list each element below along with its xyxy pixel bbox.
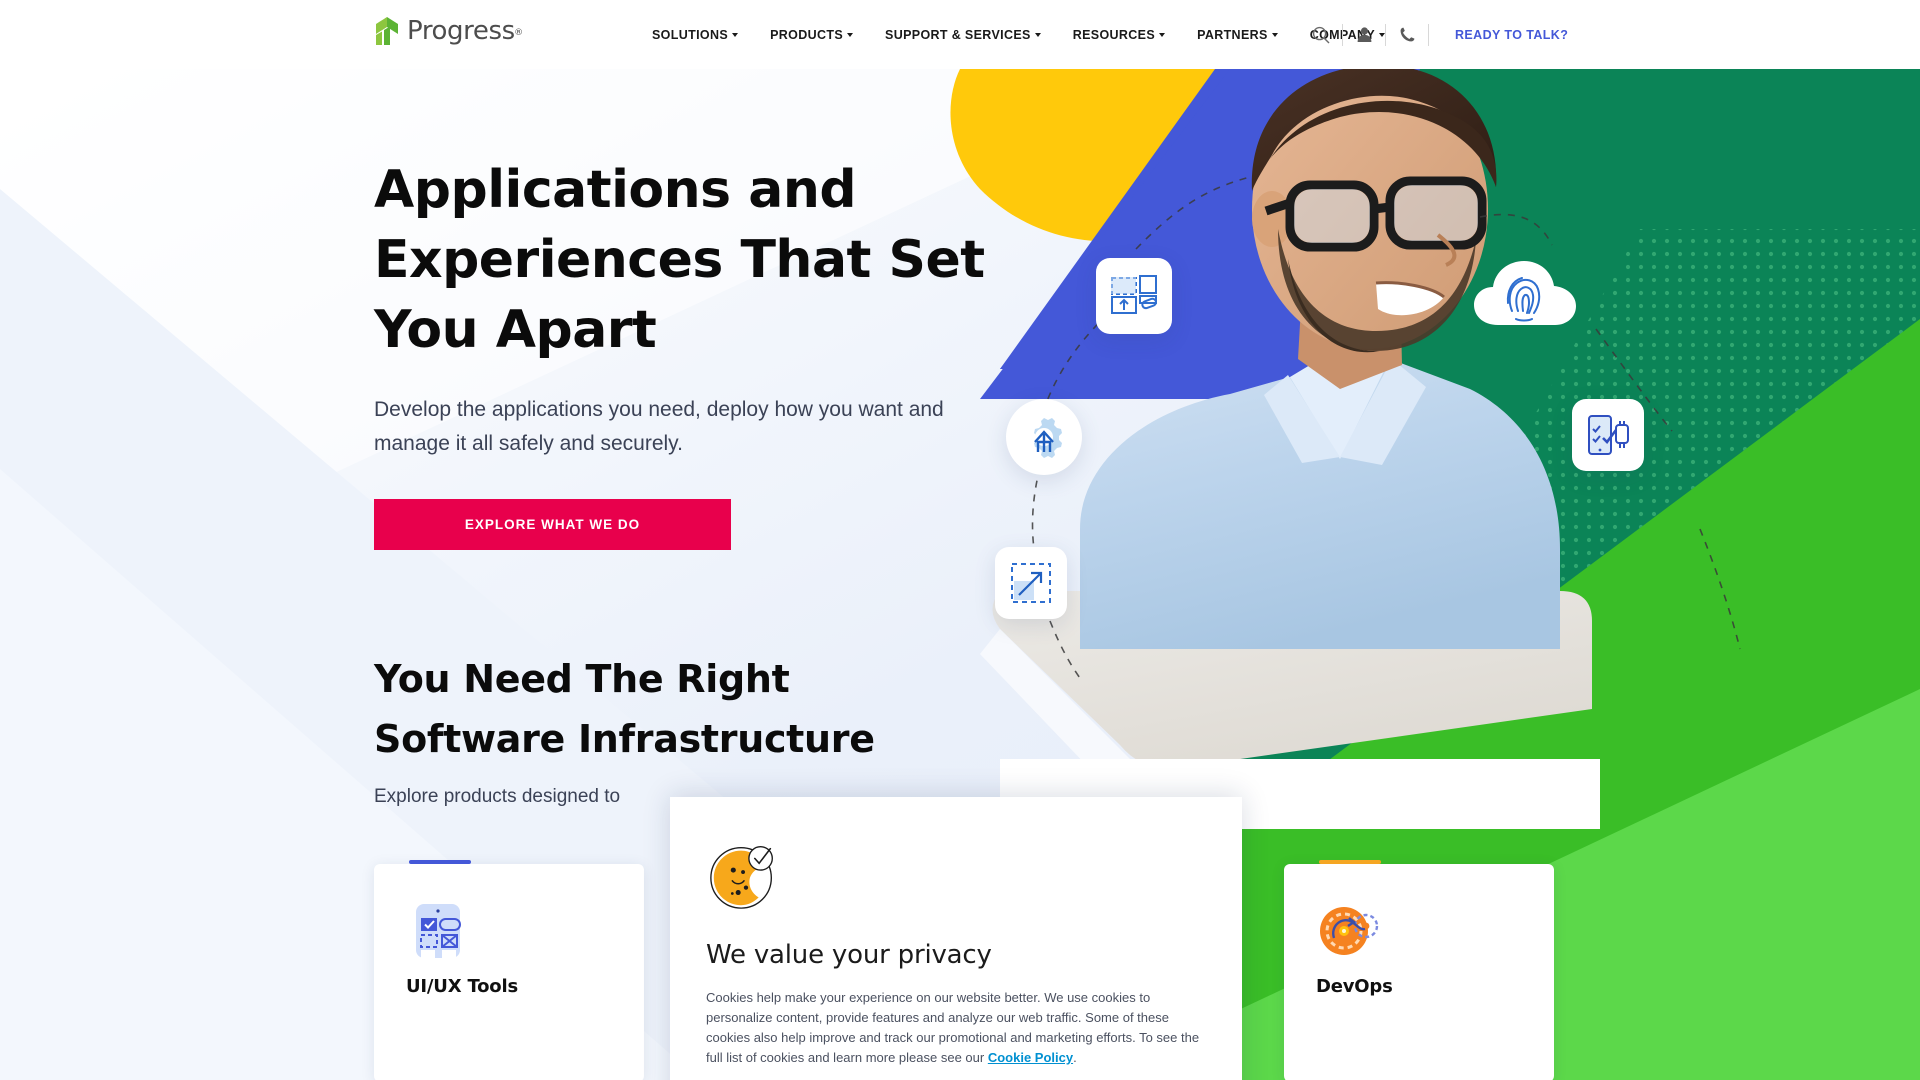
nav-label: RESOURCES [1072,27,1156,42]
nav-label: SUPPORT & SERVICES [885,27,1031,42]
hero-content: Applications and Experiences That Set Yo… [374,155,994,550]
cookie-icon [710,846,773,909]
infrastructure-section: You Need The Right Software Infrastructu… [374,649,1094,811]
chevron-down-icon [1159,33,1166,37]
site-header: Progress ® SOLUTIONS PRODUCTS SUPPORT & S… [0,0,1920,69]
progress-wordmark: Progress ® [407,16,523,46]
fingerprint-cloud-icon [1474,261,1576,325]
ready-to-talk-link[interactable]: READY TO TALK? [1455,28,1568,42]
section2-title: You Need The Right Software Infrastructu… [374,649,1094,769]
main-navigation: SOLUTIONS PRODUCTS SUPPORT & SERVICES RE… [636,0,1401,69]
nav-item-resources[interactable]: RESOURCES [1057,0,1181,69]
hero-title-line: You Apart [374,300,657,360]
explore-what-we-do-button[interactable]: EXPLORE WHAT WE DO [374,499,731,550]
product-card-ui-ux-tools[interactable]: UI/UX Tools [374,860,644,1080]
floating-tile-fingerprint-cloud[interactable] [1472,255,1578,333]
chevron-down-icon [847,33,854,37]
chevron-down-icon [732,33,739,37]
search-icon [1312,26,1330,43]
account-button[interactable] [1343,0,1385,69]
hero-person-photo [1080,69,1560,649]
nav-label: PRODUCTS [770,27,844,42]
progress-logo[interactable]: Progress ® [374,16,523,46]
nav-item-support-services[interactable]: SUPPORT & SERVICES [869,0,1057,69]
phone-button[interactable] [1386,0,1428,69]
trademark-symbol: ® [514,28,523,38]
hero-subtitle: Develop the applications you need, deplo… [374,398,944,455]
cookie-policy-link[interactable]: Cookie Policy [988,1050,1073,1065]
chevron-down-icon [1034,33,1041,37]
card-accent-bar [1319,860,1381,864]
chevron-down-icon [1271,33,1278,37]
header-utilities: READY TO TALK? [1300,0,1568,69]
floating-tile-design-layout[interactable] [1096,258,1172,334]
section2-title-line: You Need The Right [374,657,790,701]
phone-icon [1400,27,1414,42]
section2-title-line: Software Infrastructure [374,717,875,761]
devops-icon [1320,907,1379,955]
hero-title-line: Experiences That Set [374,230,985,290]
hero-title-line: Applications and [374,160,857,220]
divider [1428,23,1429,46]
search-button[interactable] [1300,0,1342,69]
hero-section: Applications and Experiences That Set Yo… [0,69,1920,1080]
gear-upload-icon [1034,418,1062,458]
floating-tile-expand-arrow[interactable] [995,547,1067,619]
mobile-watch-check-icon [1588,415,1629,455]
card-label: DevOps [1316,976,1393,997]
product-card-devops[interactable]: DevOps [1284,860,1554,1080]
cookie-body-text: Cookies help make your experience on our… [706,990,1200,1065]
progress-logo-mark [376,17,398,45]
cookie-title: We value your privacy [706,940,992,970]
card-label: UI/UX Tools [406,976,518,997]
nav-item-partners[interactable]: PARTNERS [1181,0,1294,69]
nav-label: SOLUTIONS [652,27,729,42]
user-icon [1357,27,1371,42]
cookie-body-tail: . [1073,1050,1077,1065]
expand-arrow-icon [1011,563,1051,603]
nav-item-solutions[interactable]: SOLUTIONS [636,0,754,69]
nav-item-products[interactable]: PRODUCTS [754,0,869,69]
nav-label: PARTNERS [1197,27,1268,42]
cookie-body: Cookies help make your experience on our… [706,988,1214,1068]
hero-title: Applications and Experiences That Set Yo… [374,155,994,365]
cookie-consent-banner: We value your privacy Cookies help make … [670,797,1242,1080]
card-accent-bar [409,860,471,864]
floating-tile-mobile-watch-check[interactable] [1572,399,1644,471]
design-layout-icon [1111,275,1157,314]
floating-tile-gear-upload[interactable] [1006,399,1082,475]
ui-ux-tools-icon [416,904,461,960]
